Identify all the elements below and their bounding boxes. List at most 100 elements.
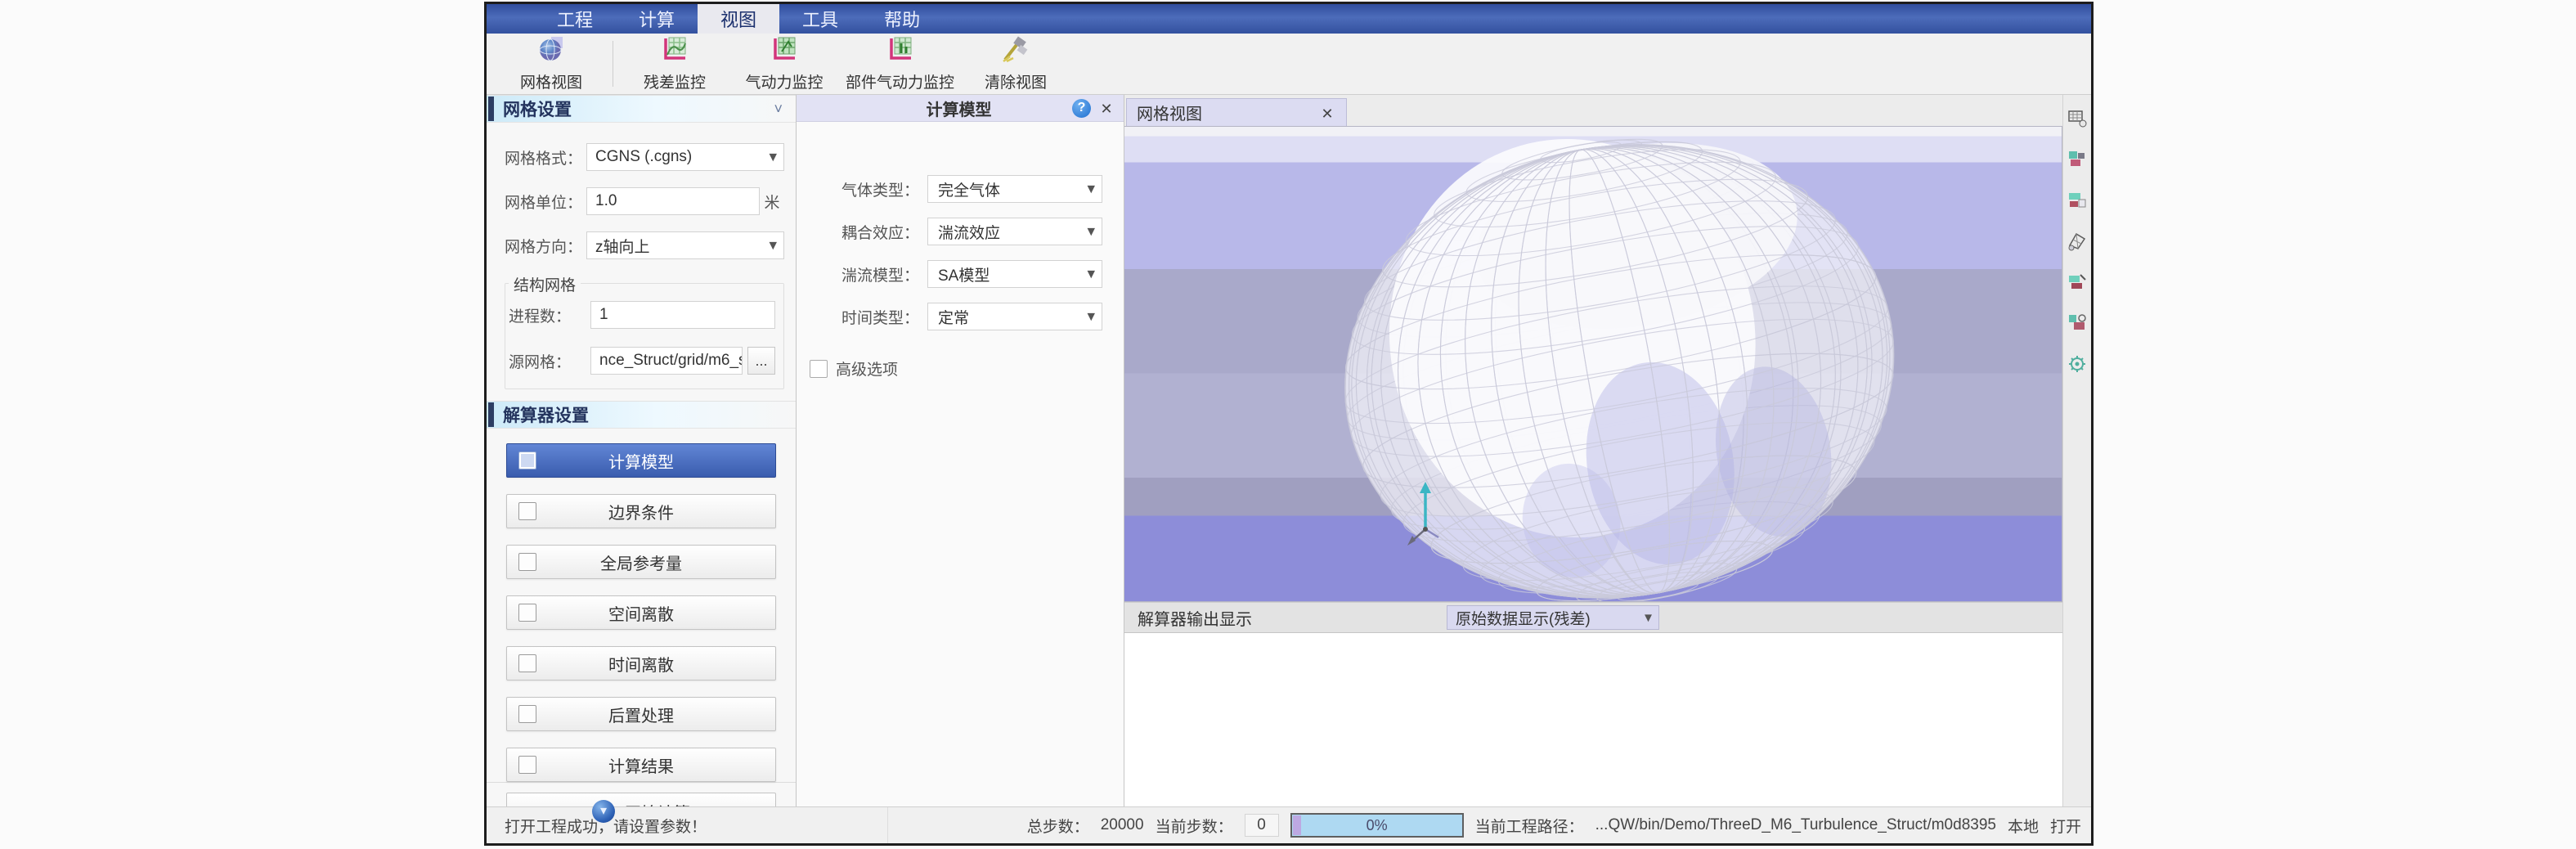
mesh-orientation-label: 网格方向： xyxy=(505,235,586,257)
solver-step-boundary-conditions[interactable]: 边界条件 xyxy=(506,494,776,528)
mesh-settings-header[interactable]: 网格设置 xyxy=(487,95,796,123)
mesh-format-select[interactable]: CGNS (.cgns) xyxy=(586,143,784,171)
time-type-select[interactable]: 定常 xyxy=(927,303,1102,330)
turbulence-model-select[interactable]: SA模型 xyxy=(927,260,1102,288)
menu-help[interactable]: 帮助 xyxy=(861,4,943,34)
viewport-area: 网格视图 xyxy=(1124,95,2062,806)
advanced-options-label: 高级选项 xyxy=(836,357,898,380)
solver-step-results[interactable]: 计算结果 xyxy=(506,748,776,782)
mesh-view-tab-label: 网格视图 xyxy=(1137,101,1318,124)
boundary-display-tool-icon[interactable] xyxy=(2067,149,2088,170)
source-mesh-input[interactable]: nce_Struct/grid/m6_str.cgns xyxy=(590,347,743,375)
solver-step-computation-model[interactable]: 计算模型 xyxy=(506,443,776,478)
raw-data-display-value: 原始数据显示(残差) xyxy=(1456,607,1591,629)
mesh-format-label: 网格格式： xyxy=(505,146,586,168)
solver-step-spatial-discretization[interactable]: 空间离散 xyxy=(506,595,776,630)
menu-compute[interactable]: 计算 xyxy=(616,4,698,34)
turbulence-model-value: SA模型 xyxy=(938,263,990,285)
mesh-sphere-icon xyxy=(537,35,565,68)
mesh-3d-viewport[interactable] xyxy=(1124,126,2062,602)
menu-project[interactable]: 工程 xyxy=(534,4,616,34)
time-type-label: 时间类型： xyxy=(841,306,919,328)
advanced-options-row: 高级选项 xyxy=(810,357,1102,380)
raw-data-display-select[interactable]: 原始数据显示(残差) xyxy=(1447,605,1659,630)
progress-percent: 0% xyxy=(1367,817,1388,834)
residual-monitor-button[interactable]: 残差监控 xyxy=(620,36,729,92)
gas-type-label: 气体类型： xyxy=(841,178,919,200)
viewport-tab-bar: 网格视图 xyxy=(1124,95,2062,126)
mesh-display-tool-icon[interactable] xyxy=(2067,108,2088,129)
settings-gear-icon[interactable] xyxy=(2067,353,2088,375)
mesh-unit-value: 1.0 xyxy=(595,192,617,210)
gas-type-value: 完全气体 xyxy=(938,178,1000,200)
solver-step-global-reference[interactable]: 全局参考量 xyxy=(506,545,776,579)
menu-tools[interactable]: 工具 xyxy=(779,4,861,34)
coupling-effect-select[interactable]: 湍流效应 xyxy=(927,218,1102,245)
gas-type-select[interactable]: 完全气体 xyxy=(927,175,1102,203)
structured-mesh-group: 结构网格 进程数： 1 源网格： nce_Struct/grid/m6_str.… xyxy=(505,283,784,389)
solver-step-label: 空间离散 xyxy=(507,601,775,625)
source-mesh-value: nce_Struct/grid/m6_str.cgns xyxy=(599,352,743,370)
process-count-input[interactable]: 1 xyxy=(590,301,775,329)
mesh-unit-input[interactable]: 1.0 xyxy=(586,187,760,215)
component-aero-force-monitor-button[interactable]: 部件气动力监控 xyxy=(839,36,961,92)
mesh-orientation-value: z轴向上 xyxy=(595,235,650,257)
clear-view-button[interactable]: 清除视图 xyxy=(961,36,1070,92)
toolbar-button-label: 清除视图 xyxy=(985,70,1047,92)
mesh-unit-suffix: 米 xyxy=(760,191,784,213)
structured-mesh-group-label: 结构网格 xyxy=(509,273,581,295)
menu-bar: 工程 计算 视图 工具 帮助 xyxy=(487,4,2091,34)
menu-view[interactable]: 视图 xyxy=(698,4,779,34)
advanced-options-checkbox[interactable] xyxy=(810,360,828,378)
time-type-value: 定常 xyxy=(938,306,969,328)
progress-bar: 0% xyxy=(1290,813,1464,838)
mesh-render xyxy=(1124,127,2062,601)
solver-step-label: 后置处理 xyxy=(507,703,775,726)
start-globe-icon xyxy=(592,800,615,823)
help-icon[interactable] xyxy=(1072,99,1091,118)
total-steps-value: 20000 xyxy=(1101,816,1144,834)
status-message: 打开工程成功，请设置参数！ xyxy=(496,807,888,843)
current-step-value: 0 xyxy=(1245,814,1279,837)
surface-display-tool-icon[interactable] xyxy=(2067,190,2088,211)
slice-tool-icon[interactable] xyxy=(2067,272,2088,293)
wireframe-tool-icon[interactable] xyxy=(2067,231,2088,252)
solver-step-post-processing[interactable]: 后置处理 xyxy=(506,697,776,731)
mesh-settings-title: 网格设置 xyxy=(503,97,572,121)
mesh-view-tab[interactable]: 网格视图 xyxy=(1126,98,1347,126)
toolbar-button-label: 气动力监控 xyxy=(745,70,823,92)
main-area: 网格设置 网格格式： CGNS (.cgns) 网格单位： 1.0 米 网格方向… xyxy=(487,95,2091,806)
process-count-value: 1 xyxy=(599,306,608,324)
viewport-tool-strip xyxy=(2062,95,2091,806)
project-path-label: 当前工程路径： xyxy=(1475,815,1584,837)
close-icon[interactable] xyxy=(1097,99,1115,117)
coupling-effect-label: 耦合效应： xyxy=(841,221,919,243)
solver-step-label: 全局参考量 xyxy=(507,550,775,574)
solver-step-label: 计算模型 xyxy=(507,449,775,473)
total-steps-label: 总步数： xyxy=(1027,815,1089,837)
mesh-view-button[interactable]: 网格视图 xyxy=(496,36,606,92)
chevron-down-icon[interactable] xyxy=(774,101,783,118)
solver-step-time-discretization[interactable]: 时间离散 xyxy=(506,646,776,681)
close-tab-icon[interactable] xyxy=(1318,104,1336,122)
probe-tool-icon[interactable] xyxy=(2067,312,2088,334)
browse-button[interactable]: ... xyxy=(747,347,775,375)
toolbar-button-label: 部件气动力监控 xyxy=(846,70,954,92)
solver-step-label: 计算结果 xyxy=(507,753,775,777)
aero-force-monitor-button[interactable]: 气动力监控 xyxy=(729,36,839,92)
mesh-settings-panel: 网格设置 网格格式： CGNS (.cgns) 网格单位： 1.0 米 网格方向… xyxy=(487,95,797,806)
solver-output-console[interactable] xyxy=(1124,633,2062,806)
mesh-orientation-select[interactable]: z轴向上 xyxy=(586,231,784,259)
solver-settings-header[interactable]: 解算器设置 xyxy=(487,401,796,429)
aero-chart-icon xyxy=(770,35,798,68)
output-tab-bar: 解算器输出显示 原始数据显示(残差) xyxy=(1124,602,2062,633)
residual-chart-icon xyxy=(661,35,689,68)
solver-settings-title: 解算器设置 xyxy=(503,402,589,427)
project-path-value: ...QW/bin/Demo/ThreeD_M6_Turbulence_Stru… xyxy=(1595,816,1996,834)
solver-step-label: 时间离散 xyxy=(507,652,775,676)
solver-step-label: 边界条件 xyxy=(507,500,775,523)
component-chart-icon xyxy=(886,35,914,68)
status-bar: 打开工程成功，请设置参数！ 总步数： 20000 当前步数： 0 0% 当前工程… xyxy=(487,806,2091,843)
solver-output-tab[interactable]: 解算器输出显示 xyxy=(1138,606,1252,630)
mesh-settings-form: 网格格式： CGNS (.cgns) 网格单位： 1.0 米 网格方向： z轴向… xyxy=(487,123,796,401)
